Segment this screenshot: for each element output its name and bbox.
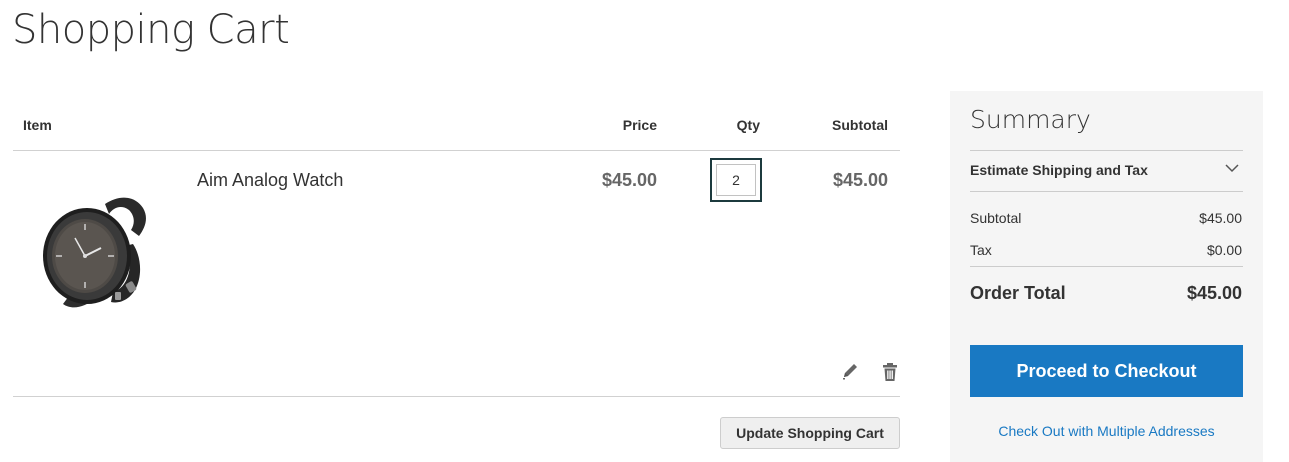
order-summary: Summary Estimate Shipping and Tax Subtot… [950, 91, 1263, 462]
item-subtotal: $45.00 [832, 170, 888, 190]
tax-label: Tax [970, 242, 992, 258]
analog-watch-image[interactable] [35, 186, 150, 316]
column-header-subtotal: Subtotal [832, 117, 888, 133]
table-header-divider [13, 150, 900, 151]
column-header-qty: Qty [736, 117, 760, 133]
order-total-label: Order Total [970, 283, 1066, 303]
summary-divider [970, 266, 1243, 267]
estimate-shipping-toggle[interactable]: Estimate Shipping and Tax [970, 151, 1243, 191]
subtotal-label: Subtotal [970, 210, 1022, 226]
column-header-item: Item [23, 117, 52, 133]
column-header-price: Price [622, 117, 657, 133]
subtotal-value: $45.00 [1199, 210, 1242, 226]
tax-value: $0.00 [1206, 242, 1242, 258]
order-total-value: $45.00 [1186, 283, 1242, 303]
chevron-down-icon [1225, 164, 1239, 173]
trash-icon[interactable] [881, 362, 899, 382]
item-price: $45.00 [601, 170, 657, 190]
qty-input[interactable] [716, 164, 756, 196]
multiple-addresses-link[interactable]: Check Out with Multiple Addresses [970, 423, 1243, 439]
product-name-link[interactable]: Aim Analog Watch [197, 170, 343, 191]
summary-title: Summary [970, 105, 1091, 134]
cart-table: Item Price Qty Subtotal Aim Analog Watch… [13, 92, 900, 452]
estimate-shipping-label: Estimate Shipping and Tax [970, 162, 1148, 178]
update-cart-button[interactable]: Update Shopping Cart [720, 417, 900, 449]
qty-focus-ring [710, 158, 762, 202]
summary-divider [970, 191, 1243, 192]
table-bottom-divider [13, 396, 900, 397]
proceed-to-checkout-button[interactable]: Proceed to Checkout [970, 345, 1243, 397]
page-title: Shopping Cart [12, 7, 290, 53]
pencil-icon[interactable] [841, 362, 859, 382]
